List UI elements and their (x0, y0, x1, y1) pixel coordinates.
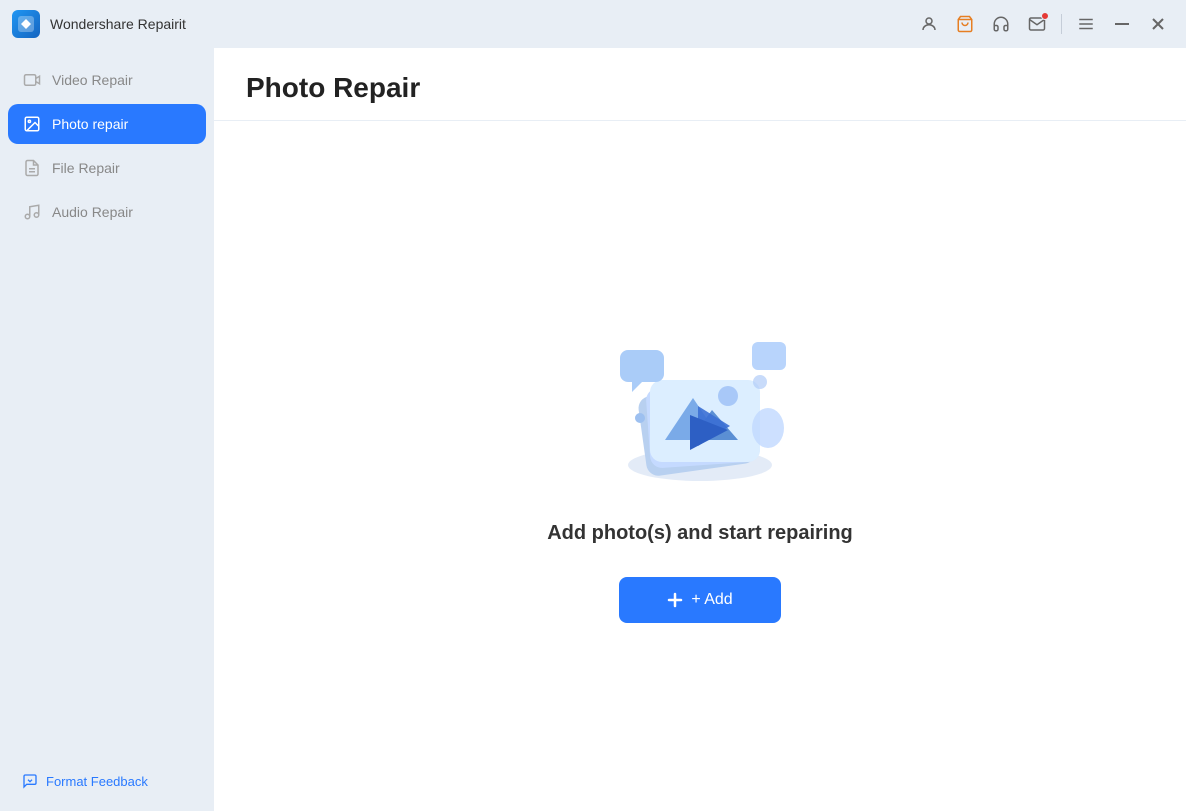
mail-icon[interactable] (1021, 8, 1053, 40)
cart-icon[interactable] (949, 8, 981, 40)
mail-badge (1041, 12, 1049, 20)
file-repair-icon (22, 158, 42, 178)
account-icon[interactable] (913, 8, 945, 40)
app-title: Wondershare Repairit (50, 16, 186, 32)
title-bar-left: Wondershare Repairit (12, 10, 186, 38)
content-area: Photo Repair (214, 48, 1186, 811)
video-repair-icon (22, 70, 42, 90)
sidebar-item-photo-repair[interactable]: Photo repair (8, 104, 206, 144)
sidebar-item-audio-repair[interactable]: Audio Repair (8, 192, 206, 232)
sidebar-item-file-repair[interactable]: File Repair (8, 148, 206, 188)
title-bar: Wondershare Repairit (0, 0, 1186, 48)
app-logo (12, 10, 40, 38)
sidebar-item-video-repair[interactable]: Video Repair (8, 60, 206, 100)
headset-icon[interactable] (985, 8, 1017, 40)
sidebar: Video Repair Photo repair (0, 48, 214, 811)
main-layout: Video Repair Photo repair (0, 48, 1186, 811)
menu-icon[interactable] (1070, 8, 1102, 40)
sidebar-item-audio-repair-label: Audio Repair (52, 204, 133, 220)
divider (1061, 14, 1062, 34)
empty-message: Add photo(s) and start repairing (547, 522, 853, 545)
sidebar-item-video-repair-label: Video Repair (52, 72, 133, 88)
add-button[interactable]: + Add (619, 577, 780, 623)
content-body: Add photo(s) and start repairing + Add (214, 121, 1186, 811)
content-header: Photo Repair (214, 48, 1186, 121)
add-button-label: + Add (691, 591, 732, 609)
minimize-button[interactable] (1106, 8, 1138, 40)
format-feedback-label: Format Feedback (46, 774, 148, 789)
photo-repair-icon (22, 114, 42, 134)
sidebar-item-file-repair-label: File Repair (52, 160, 120, 176)
audio-repair-icon (22, 202, 42, 222)
sidebar-item-photo-repair-label: Photo repair (52, 116, 128, 132)
close-button[interactable] (1142, 8, 1174, 40)
page-title: Photo Repair (246, 72, 1154, 104)
title-bar-controls (913, 8, 1174, 40)
format-feedback-link[interactable]: Format Feedback (8, 763, 206, 799)
photo-repair-illustration (590, 310, 810, 490)
